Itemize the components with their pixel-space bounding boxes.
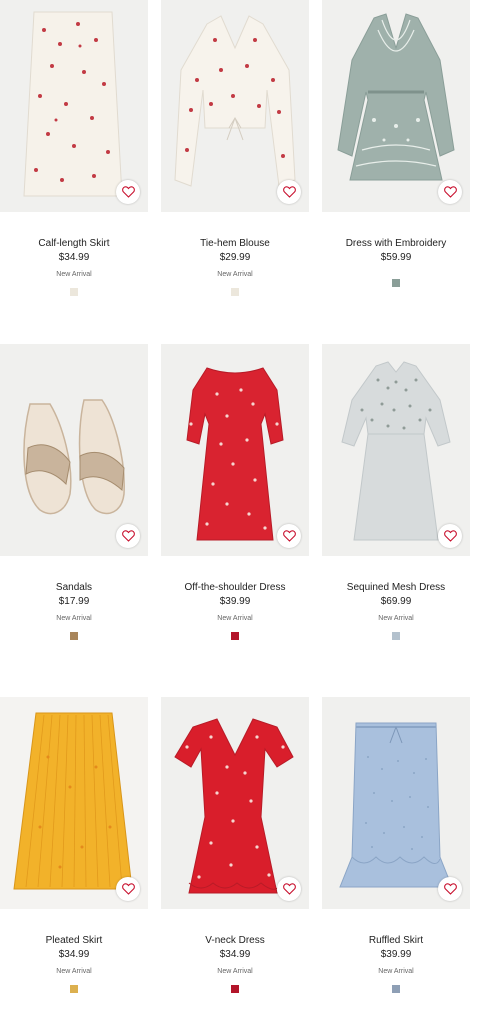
new-arrival-badge: New Arrival <box>217 615 253 622</box>
product-price: $69.99 <box>380 596 412 607</box>
new-arrival-badge: New Arrival <box>217 968 253 975</box>
product-name[interactable]: Sequined Mesh Dress <box>322 581 470 594</box>
color-swatch[interactable] <box>392 279 400 287</box>
color-swatch[interactable] <box>70 632 78 640</box>
product-name[interactable]: Pleated Skirt <box>0 934 148 947</box>
product-image[interactable] <box>161 697 309 909</box>
product-image[interactable] <box>161 0 309 212</box>
heart-icon <box>121 883 135 895</box>
product-image[interactable] <box>322 697 470 909</box>
product-price: $59.99 <box>380 252 412 263</box>
heart-icon <box>282 530 296 542</box>
product-price: $34.99 <box>58 252 90 263</box>
product-name[interactable]: Dress with Embroidery <box>322 237 470 250</box>
product-image[interactable] <box>161 344 309 556</box>
heart-icon <box>443 883 457 895</box>
product-card[interactable]: Sequined Mesh Dress $69.99 New Arrival <box>322 344 470 640</box>
product-price: $34.99 <box>58 949 90 960</box>
favorite-button[interactable] <box>438 877 462 901</box>
color-swatch[interactable] <box>70 985 78 993</box>
product-image[interactable] <box>0 697 148 909</box>
favorite-button[interactable] <box>438 524 462 548</box>
heart-icon <box>443 530 457 542</box>
favorite-button[interactable] <box>277 877 301 901</box>
product-image[interactable] <box>322 344 470 556</box>
product-card[interactable]: V-neck Dress $34.99 New Arrival <box>161 697 309 993</box>
heart-icon <box>282 883 296 895</box>
product-image[interactable] <box>0 344 148 556</box>
product-card[interactable]: Tie-hem Blouse $29.99 New Arrival <box>161 0 309 296</box>
product-price: $39.99 <box>219 596 251 607</box>
product-name[interactable]: Ruffled Skirt <box>322 934 470 947</box>
favorite-button[interactable] <box>116 524 140 548</box>
product-card[interactable]: Calf-length Skirt $34.99 New Arrival <box>0 0 148 296</box>
product-price: $34.99 <box>219 949 251 960</box>
product-name[interactable]: Sandals <box>0 581 148 594</box>
product-card[interactable]: Pleated Skirt $34.99 New Arrival <box>0 697 148 993</box>
product-name[interactable]: Calf-length Skirt <box>0 237 148 250</box>
product-price: $17.99 <box>58 596 90 607</box>
product-name[interactable]: V-neck Dress <box>161 934 309 947</box>
product-name[interactable]: Off-the-shoulder Dress <box>161 581 309 594</box>
favorite-button[interactable] <box>438 180 462 204</box>
new-arrival-badge: New Arrival <box>56 968 92 975</box>
new-arrival-badge: New Arrival <box>56 615 92 622</box>
favorite-button[interactable] <box>116 877 140 901</box>
product-image[interactable] <box>322 0 470 212</box>
heart-icon <box>282 186 296 198</box>
color-swatch[interactable] <box>231 985 239 993</box>
heart-icon <box>121 530 135 542</box>
favorite-button[interactable] <box>277 180 301 204</box>
new-arrival-badge: New Arrival <box>56 271 92 278</box>
color-swatch[interactable] <box>392 985 400 993</box>
product-price: $29.99 <box>219 252 251 263</box>
color-swatch[interactable] <box>70 288 78 296</box>
product-grid: Calf-length Skirt $34.99 New Arrival Tie… <box>0 0 501 1032</box>
new-arrival-badge: New Arrival <box>378 615 414 622</box>
color-swatch[interactable] <box>231 632 239 640</box>
product-card[interactable]: Sandals $17.99 New Arrival <box>0 344 148 640</box>
heart-icon <box>121 186 135 198</box>
product-card[interactable]: Ruffled Skirt $39.99 New Arrival <box>322 697 470 993</box>
product-name[interactable]: Tie-hem Blouse <box>161 237 309 250</box>
color-swatch[interactable] <box>231 288 239 296</box>
product-image[interactable] <box>0 0 148 212</box>
favorite-button[interactable] <box>116 180 140 204</box>
heart-icon <box>443 186 457 198</box>
product-price: $39.99 <box>380 949 412 960</box>
product-card[interactable]: Off-the-shoulder Dress $39.99 New Arriva… <box>161 344 309 640</box>
new-arrival-badge: New Arrival <box>378 968 414 975</box>
favorite-button[interactable] <box>277 524 301 548</box>
color-swatch[interactable] <box>392 632 400 640</box>
new-arrival-badge: New Arrival <box>217 271 253 278</box>
product-card[interactable]: Dress with Embroidery $59.99 <box>322 0 470 287</box>
